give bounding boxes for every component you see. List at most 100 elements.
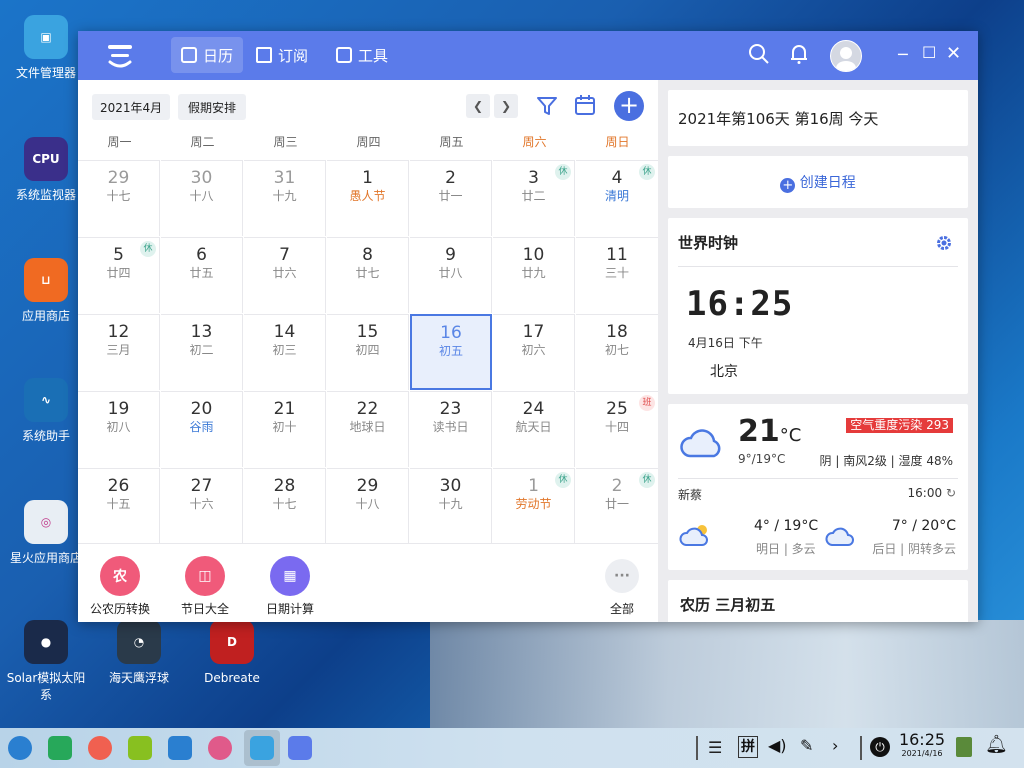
weather-updated[interactable]: 16:00 ↻ [908,486,956,500]
tab-subscribe[interactable]: 订阅 [246,37,318,73]
day-cell[interactable]: 11 三十 [576,237,658,313]
day-cell[interactable]: 19 初八 [78,391,160,467]
screen-recorder-icon[interactable] [88,736,112,760]
filter-icon[interactable] [536,95,558,117]
video-icon[interactable] [168,736,192,760]
day-cell[interactable]: 20 谷雨 [161,391,243,467]
day-cell[interactable]: 5 廿四休 [78,237,160,313]
desktop-icon[interactable]: CPU 系统监视器 [6,137,86,204]
lunar-label: 廿九 [521,266,546,280]
day-cell[interactable]: 2 廿一 [410,160,492,236]
trash-icon[interactable] [956,737,972,757]
calendar-taskbar-icon[interactable] [288,736,312,760]
day-number: 29 [107,168,130,188]
launcher-icon[interactable] [8,736,32,760]
desktop-icon[interactable]: ∿ 系统助手 [6,378,86,445]
tool-item[interactable]: ··· 全部 [582,550,662,617]
day-cell[interactable]: 31 十九 [244,160,326,236]
chevron-right-icon[interactable]: › [832,736,838,755]
day-cell[interactable]: 23 读书日 [410,391,492,467]
day-cell[interactable]: 28 十七 [244,468,326,544]
avatar[interactable] [830,40,862,72]
desktop-icon[interactable]: ◔ 海天鹰浮球 [99,620,179,687]
close-button[interactable]: ✕ [946,43,961,64]
day-cell[interactable]: 4 清明休 [576,160,658,236]
bell-icon[interactable] [789,43,809,65]
lunar-card: 农历 三月初五 [668,580,968,622]
clock-city: 北京 [710,364,738,380]
day-cell[interactable]: 22 地球日 [327,391,409,467]
day-cell[interactable]: 7 廿六 [244,237,326,313]
tool-item[interactable]: ◫ 节日大全 [165,550,245,617]
create-schedule-button[interactable]: + 创建日程 [668,172,968,193]
maximize-button[interactable]: ☐ [922,43,936,62]
calendar-check-icon [181,47,197,63]
gear-icon[interactable] [936,235,952,251]
day-cell[interactable]: 9 廿八 [410,237,492,313]
store-taskbar-icon[interactable] [250,736,274,760]
day-cell[interactable]: 16 初五 [410,314,492,390]
day-cell[interactable]: 26 十五 [78,468,160,544]
day-cell[interactable]: 1 愚人节 [327,160,409,236]
desktop-icon[interactable]: ▣ 文件管理器 [6,15,86,82]
calendar-tray-icon[interactable]: ☰ [708,738,722,757]
day-cell[interactable]: 21 初十 [244,391,326,467]
settings-icon[interactable] [208,736,232,760]
lunar-label: 地球日 [349,420,386,434]
desktop-icon[interactable]: ● Solar模拟太阳系 [6,620,86,704]
day-cell[interactable]: 30 十八 [161,160,243,236]
pen-icon[interactable]: ✎ [800,736,813,755]
add-event-button[interactable]: + [614,91,644,121]
calendar-icon[interactable] [574,94,596,116]
next-month-button[interactable]: ❯ [494,94,518,118]
notification-bell-icon[interactable]: 🔔︎ [985,734,1008,755]
day-cell[interactable]: 29 十七 [78,160,160,236]
music-icon[interactable] [128,736,152,760]
day-cell[interactable]: 1 劳动节休 [493,468,575,544]
app-icon: D [210,620,254,664]
desktop-icon[interactable]: ⊔ 应用商店 [6,258,86,325]
holiday-badge: 休 [639,164,655,180]
prev-month-button[interactable]: ❮ [466,94,490,118]
input-method-indicator[interactable]: 拼 [738,736,758,758]
volume-icon[interactable]: ◀) [768,736,787,755]
day-cell[interactable]: 17 初六 [493,314,575,390]
day-cell[interactable]: 15 初四 [327,314,409,390]
day-cell[interactable]: 30 十九 [410,468,492,544]
create-schedule-card[interactable]: + 创建日程 [668,156,968,208]
cloud-icon [825,527,854,546]
day-cell[interactable]: 2 廿一休 [576,468,658,544]
day-cell[interactable]: 29 十八 [327,468,409,544]
day-cell[interactable]: 24 航天日 [493,391,575,467]
power-icon[interactable]: ⏻ [870,737,890,757]
tab-calendar[interactable]: 日历 [171,37,244,73]
day-cell[interactable]: 6 廿五 [161,237,243,313]
weather-range: 9°/19°C [738,452,786,466]
day-cell[interactable]: 10 廿九 [493,237,575,313]
day-cell[interactable]: 14 初三 [244,314,326,390]
lunar-label: 廿一 [438,189,463,203]
day-cell[interactable]: 27 十六 [161,468,243,544]
day-cell[interactable]: 18 初七 [576,314,658,390]
tool-item[interactable]: 农公农历转换 [80,550,160,617]
title-bar: 日历 订阅 工具 ─ ☐ ✕ [78,31,978,80]
tool-item[interactable]: ▦ 日期计算 [250,550,330,617]
day-cell[interactable]: 13 初二 [161,314,243,390]
day-cell[interactable]: 8 廿七 [327,237,409,313]
month-label[interactable]: 2021年4月 [92,94,171,120]
lunar-label: 愚人节 [349,189,386,203]
file-manager-taskbar-icon[interactable] [48,736,72,760]
day-cell[interactable]: 25 十四班 [576,391,658,467]
desktop-icon[interactable]: ◎ 星火应用商店 [6,500,86,567]
tab-tools[interactable]: 工具 [326,37,398,73]
tool-icon: ◫ [185,556,225,596]
holiday-schedule-button[interactable]: 假期安排 [178,94,247,120]
divider [78,543,658,544]
day-cell[interactable]: 12 三月 [78,314,160,390]
day-number: 13 [190,322,213,342]
search-icon[interactable] [748,43,770,65]
taskbar-clock[interactable]: 16:25 2021/4/16 [898,731,946,759]
desktop-icon[interactable]: D Debreate [192,620,272,687]
day-cell[interactable]: 3 廿二休 [493,160,575,236]
minimize-button[interactable]: ─ [898,45,908,64]
